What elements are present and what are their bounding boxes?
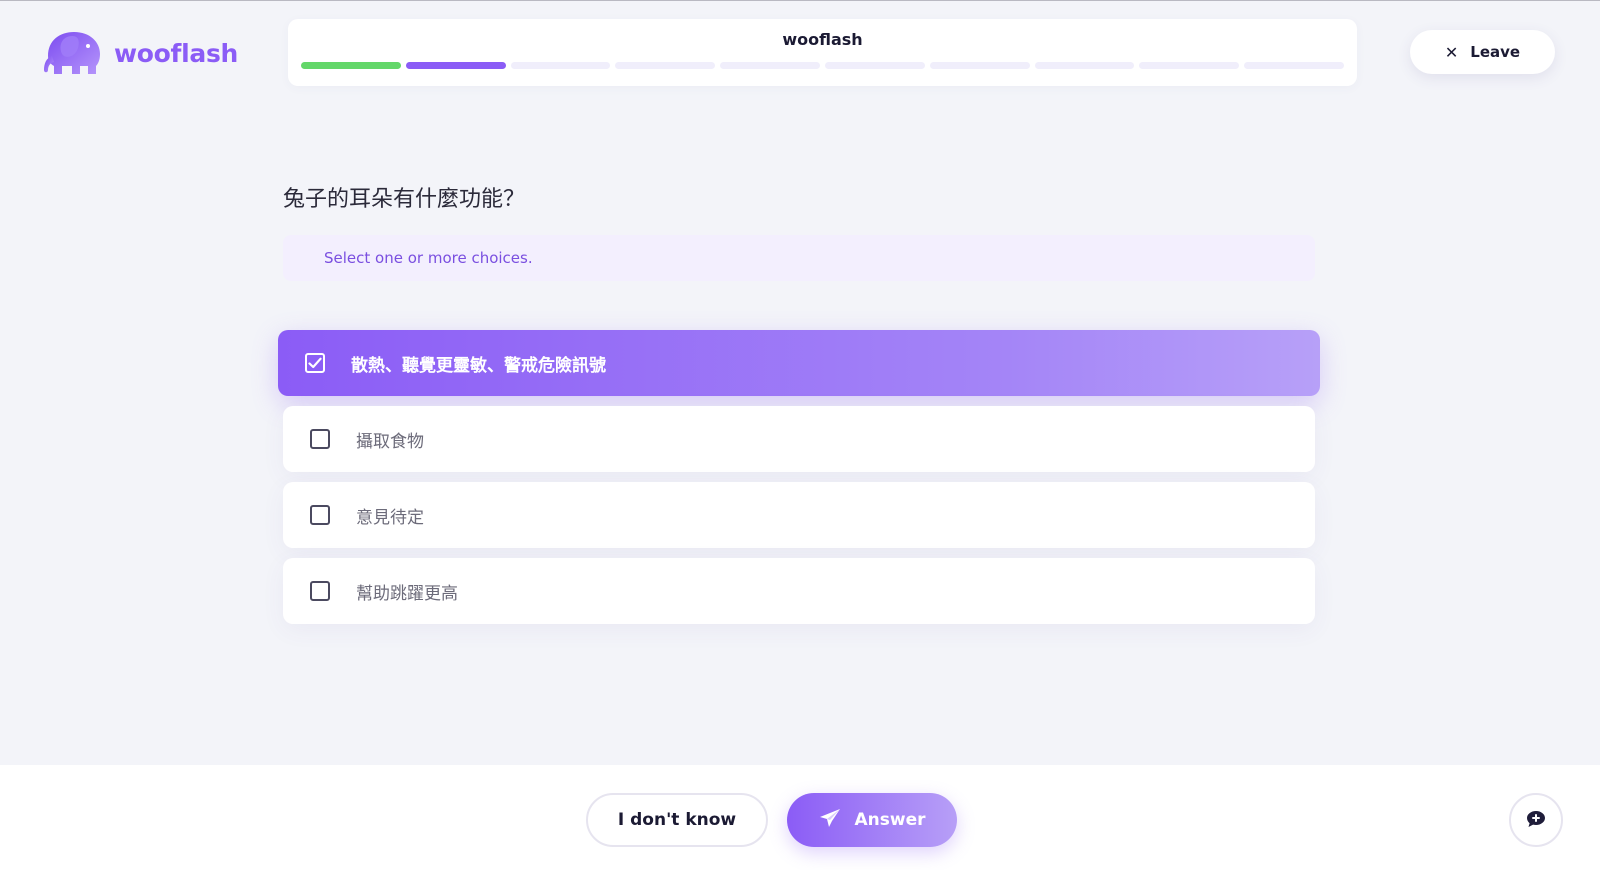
progress-card: wooflash bbox=[288, 19, 1357, 86]
answer-options: 散熱、聽覺更靈敏、警戒危險訊號 攝取食物 意見待定 幫助跳躍更高 bbox=[278, 330, 1320, 634]
progress-segment bbox=[824, 62, 925, 69]
dont-know-button[interactable]: I don't know bbox=[586, 793, 768, 847]
progress-title: wooflash bbox=[782, 30, 863, 49]
answer-option[interactable]: 意見待定 bbox=[283, 482, 1315, 548]
answer-label: Answer bbox=[854, 810, 926, 830]
paper-plane-icon bbox=[819, 808, 841, 833]
selection-hint-text: Select one or more choices. bbox=[324, 249, 533, 267]
footer-bar: I don't know Answer bbox=[0, 765, 1600, 870]
answer-option-label: 攝取食物 bbox=[356, 431, 424, 452]
leave-button[interactable]: ✕ Leave bbox=[1410, 30, 1555, 74]
progress-segment bbox=[1244, 62, 1344, 69]
app-logo[interactable]: wooflash bbox=[42, 26, 238, 80]
checkbox-icon[interactable] bbox=[310, 505, 330, 525]
progress-segment bbox=[510, 62, 611, 69]
chat-add-icon bbox=[1526, 810, 1546, 831]
checkbox-checked-icon[interactable] bbox=[305, 353, 325, 373]
close-icon: ✕ bbox=[1444, 42, 1459, 62]
progress-segment bbox=[301, 62, 401, 69]
selection-hint: Select one or more choices. bbox=[283, 235, 1315, 281]
elephant-logo-icon bbox=[42, 26, 104, 80]
leave-label: Leave bbox=[1470, 43, 1521, 61]
feedback-button[interactable] bbox=[1509, 793, 1563, 847]
answer-option[interactable]: 幫助跳躍更高 bbox=[283, 558, 1315, 624]
app-name: wooflash bbox=[114, 38, 239, 68]
progress-segment bbox=[720, 62, 820, 69]
progress-segment bbox=[1034, 62, 1135, 69]
checkbox-icon[interactable] bbox=[310, 429, 330, 449]
progress-segment bbox=[615, 62, 716, 69]
answer-option-label: 意見待定 bbox=[356, 507, 424, 528]
answer-option[interactable]: 攝取食物 bbox=[283, 406, 1315, 472]
answer-option[interactable]: 散熱、聽覺更靈敏、警戒危險訊號 bbox=[278, 330, 1320, 396]
question-text: 兔子的耳朵有什麼功能？ bbox=[283, 187, 526, 212]
checkbox-icon[interactable] bbox=[310, 581, 330, 601]
progress-segment bbox=[1139, 62, 1240, 69]
answer-button[interactable]: Answer bbox=[787, 793, 957, 847]
answer-option-label: 幫助跳躍更高 bbox=[356, 583, 458, 604]
progress-bar bbox=[301, 62, 1344, 69]
answer-option-label: 散熱、聽覺更靈敏、警戒危險訊號 bbox=[351, 355, 606, 376]
progress-segment bbox=[405, 62, 506, 69]
progress-segment bbox=[929, 62, 1030, 69]
